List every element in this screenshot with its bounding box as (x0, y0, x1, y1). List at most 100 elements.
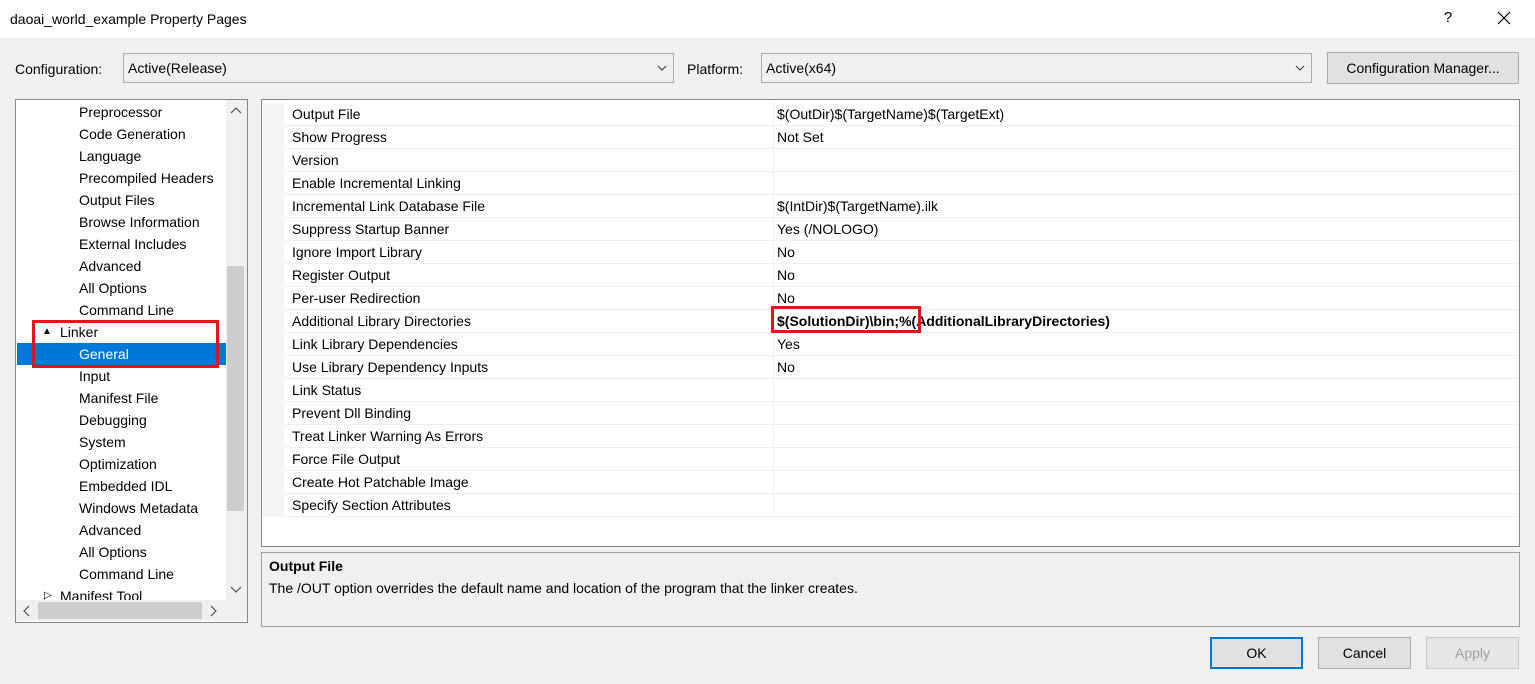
scrollbar-thumb[interactable] (38, 602, 202, 619)
property-name: Incremental Link Database File (292, 198, 485, 214)
column-divider (773, 149, 774, 172)
chevron-right-icon[interactable] (210, 605, 218, 617)
apply-button[interactable]: Apply (1426, 637, 1519, 669)
tree-item[interactable]: All Options (79, 541, 147, 563)
property-row[interactable]: Create Hot Patchable Image (262, 471, 1519, 494)
column-divider (773, 195, 774, 218)
row-gutter (262, 494, 284, 517)
property-name: Suppress Startup Banner (292, 221, 450, 237)
scrollbar-corner (226, 600, 247, 621)
tree-item[interactable]: Debugging (79, 409, 147, 431)
chevron-up-icon[interactable] (230, 106, 242, 114)
column-divider (773, 103, 774, 126)
property-row[interactable]: Version (262, 149, 1519, 172)
property-row[interactable]: Treat Linker Warning As Errors (262, 425, 1519, 448)
property-name: Force File Output (292, 451, 401, 467)
property-row[interactable]: Force File Output (262, 448, 1519, 471)
property-row[interactable]: Use Library Dependency Inputs No (262, 356, 1519, 379)
property-row[interactable]: Register Output No (262, 264, 1519, 287)
property-row[interactable]: Prevent Dll Binding (262, 402, 1519, 425)
property-row[interactable]: Link Status (262, 379, 1519, 402)
row-gutter (262, 103, 284, 126)
chevron-down-icon[interactable] (230, 586, 242, 594)
tree-vertical-scrollbar[interactable] (226, 100, 247, 601)
property-name: Specify Section Attributes (292, 497, 451, 513)
property-name: Register Output (292, 267, 391, 283)
property-row[interactable]: Ignore Import Library No (262, 241, 1519, 264)
property-value[interactable]: Yes (/NOLOGO) (777, 221, 878, 237)
row-gutter (262, 448, 284, 471)
chevron-left-icon[interactable] (22, 605, 30, 617)
description-panel: Output File The /OUT option overrides th… (261, 552, 1520, 627)
chevron-down-icon (657, 64, 667, 72)
row-gutter (262, 471, 284, 494)
tree-item[interactable]: Output Files (79, 189, 154, 211)
tree-item[interactable]: Optimization (79, 453, 157, 475)
property-value[interactable]: No (777, 290, 795, 306)
column-divider (773, 356, 774, 379)
tree-item[interactable]: Advanced (79, 519, 141, 541)
row-gutter (262, 172, 284, 195)
platform-dropdown[interactable]: Active(x64) (761, 53, 1312, 83)
property-value[interactable]: $(IntDir)$(TargetName).ilk (777, 198, 938, 214)
tree-item[interactable]: All Options (79, 277, 147, 299)
tree-item[interactable]: Manifest File (79, 387, 158, 409)
property-value[interactable]: $(OutDir)$(TargetName)$(TargetExt) (777, 106, 1004, 122)
column-divider (773, 333, 774, 356)
window-title: daoai_world_example Property Pages (10, 11, 247, 27)
tree-item[interactable]: Command Line (79, 299, 174, 321)
property-row[interactable]: Incremental Link Database File $(IntDir)$… (262, 195, 1519, 218)
row-gutter (262, 402, 284, 425)
property-row[interactable]: Link Library Dependencies Yes (262, 333, 1519, 356)
tree-item[interactable]: Code Generation (79, 123, 186, 145)
tree-item[interactable]: Command Line (79, 563, 174, 585)
property-name: Prevent Dll Binding (292, 405, 412, 421)
tree-horizontal-scrollbar[interactable] (16, 600, 226, 621)
property-name: Create Hot Patchable Image (292, 474, 469, 490)
property-name: Treat Linker Warning As Errors (292, 428, 484, 444)
configuration-label: Configuration: (15, 61, 103, 77)
property-row[interactable]: Output File $(OutDir)$(TargetName)$(Targe… (262, 103, 1519, 126)
chevron-down-icon (1295, 64, 1305, 72)
tree-item[interactable]: Embedded IDL (79, 475, 172, 497)
property-row[interactable]: Suppress Startup Banner Yes (/NOLOGO) (262, 218, 1519, 241)
tree-item[interactable]: Precompiled Headers (79, 167, 214, 189)
configuration-dropdown[interactable]: Active(Release) (123, 53, 674, 83)
help-button[interactable]: ? (1440, 9, 1456, 26)
column-divider (773, 241, 774, 264)
property-value[interactable]: No (777, 267, 795, 283)
row-gutter (262, 126, 284, 149)
property-row[interactable]: Enable Incremental Linking (262, 172, 1519, 195)
row-gutter (262, 379, 284, 402)
configuration-manager-button[interactable]: Configuration Manager... (1327, 52, 1519, 84)
tree-item[interactable]: Language (79, 145, 141, 167)
property-row[interactable]: Show Progress Not Set (262, 126, 1519, 149)
tree-item[interactable]: Advanced (79, 255, 141, 277)
tree-item[interactable]: Windows Metadata (79, 497, 198, 519)
property-name: Output File (292, 106, 361, 122)
property-value[interactable]: Yes (777, 336, 800, 352)
row-gutter (262, 425, 284, 448)
property-value[interactable]: No (777, 244, 795, 260)
property-name: Ignore Import Library (292, 244, 422, 260)
column-divider (773, 494, 774, 517)
cancel-button[interactable]: Cancel (1318, 637, 1411, 669)
highlight-box-linker-general (32, 320, 219, 368)
column-divider (773, 264, 774, 287)
row-gutter (262, 218, 284, 241)
tree-item[interactable]: Preprocessor (79, 101, 162, 123)
column-divider (773, 448, 774, 471)
tree-item[interactable]: Browse Information (79, 211, 200, 233)
tree-item[interactable]: Input (79, 365, 110, 387)
description-title: Output File (269, 558, 343, 574)
tree-item[interactable]: External Includes (79, 233, 186, 255)
scrollbar-thumb[interactable] (227, 266, 244, 511)
column-divider (773, 425, 774, 448)
tree-item[interactable]: System (79, 431, 126, 453)
property-value[interactable]: No (777, 359, 795, 375)
ok-button[interactable]: OK (1210, 637, 1303, 669)
close-icon[interactable] (1493, 7, 1515, 29)
property-row[interactable]: Specify Section Attributes (262, 494, 1519, 517)
column-divider (773, 126, 774, 149)
property-value[interactable]: Not Set (777, 129, 824, 145)
